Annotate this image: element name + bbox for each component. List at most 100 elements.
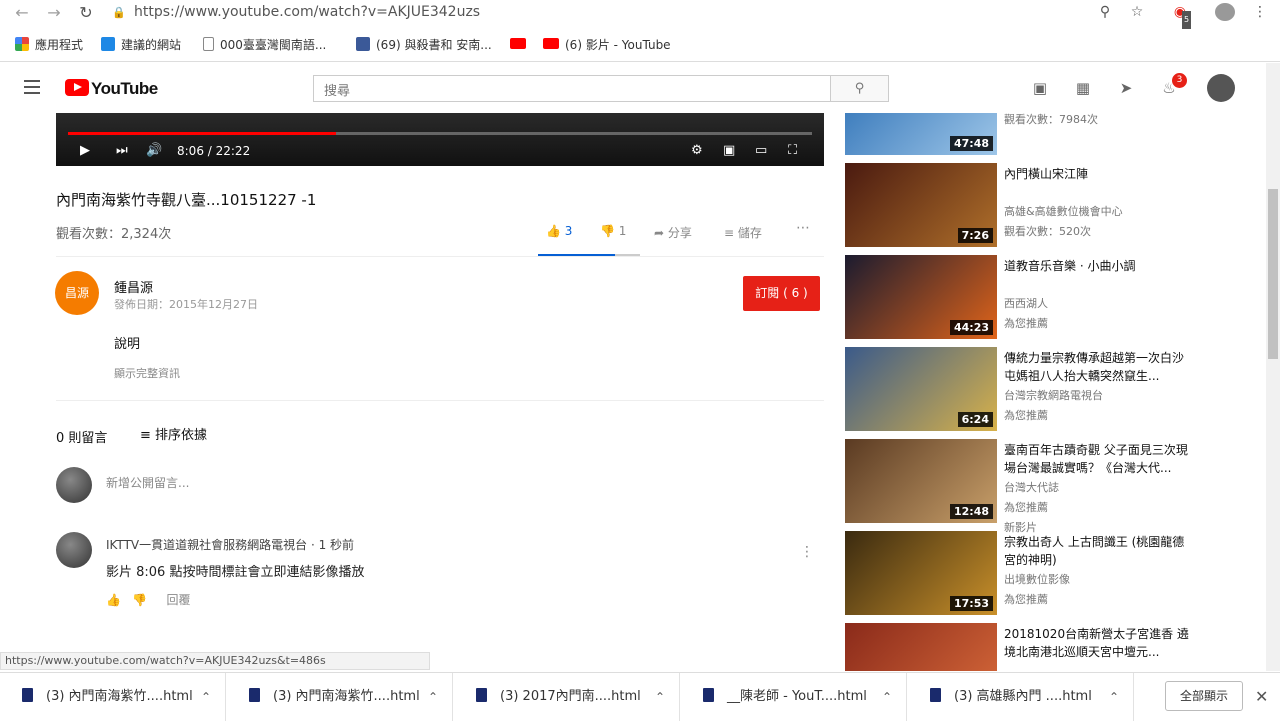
recommended-channel[interactable]: 西西湖人	[1004, 295, 1048, 311]
duration-badge: 47:48	[949, 136, 993, 151]
youtube-logo[interactable]: YouTube	[65, 79, 158, 99]
search-button[interactable]: ⚲	[831, 75, 889, 102]
reply-button[interactable]: 回覆	[166, 593, 190, 607]
recommended-channel[interactable]: 高雄&高雄數位機會中心	[1004, 203, 1123, 219]
scrollbar[interactable]	[1266, 63, 1280, 671]
profile-avatar[interactable]	[1215, 3, 1235, 21]
thumbs-up-icon: 👍	[546, 224, 561, 238]
settings-icon[interactable]: ⚙	[691, 143, 703, 159]
search-input[interactable]: 搜尋	[313, 75, 831, 102]
video-thumbnail[interactable]: 47:48	[845, 113, 997, 155]
download-item[interactable]: (3) 內門南海紫竹....html ⌃	[0, 673, 226, 721]
video-thumbnail[interactable]: 17:53	[845, 531, 997, 615]
search-icon: ⚲	[854, 81, 865, 96]
hamburger-menu-icon[interactable]	[24, 80, 40, 94]
video-thumbnail[interactable]: 12:48	[845, 439, 997, 523]
recommended-title[interactable]: 內門橫山宋江陣	[1004, 165, 1194, 183]
recommendations: 47:48內門南海紫竹寺觀八臺觀看次數：7984次 7:26 內門橫山宋江陣高雄&高…	[845, 113, 1265, 671]
play-icon[interactable]: ▶	[80, 143, 90, 159]
recommended-video[interactable]: 17:53 宗教出奇人 上古問讖王 (桃園龍德宮的神明) 出境數位影像 為您推薦	[845, 531, 1265, 615]
recommended-video[interactable]: 47:48內門南海紫竹寺觀八臺觀看次數：7984次	[845, 113, 1265, 155]
comment-input[interactable]: 新增公開留言...	[106, 474, 189, 491]
recommended-video[interactable]: 44:23 道教音乐音樂 · 小曲小調 西西湖人 為您推薦	[845, 255, 1265, 339]
duration-badge: 6:24	[957, 412, 993, 427]
progress-bar[interactable]	[68, 132, 812, 135]
recommended-title[interactable]: 20181020台南新營太子宮進香 遶境北南港北巡順天宮中壇元...	[1004, 625, 1194, 661]
share-button[interactable]: ➦ 分享	[654, 224, 692, 241]
download-item[interactable]: (3) 內門南海紫竹....html ⌃	[227, 673, 453, 721]
video-title: 內門南海紫竹寺觀八臺...10151227 -1	[56, 191, 317, 209]
subscribe-button[interactable]: 訂閱 ( 6 )	[743, 276, 820, 311]
video-thumbnail[interactable]: 6:24	[845, 347, 997, 431]
recommended-title[interactable]: 道教音乐音樂 · 小曲小調	[1004, 257, 1194, 275]
chevron-up-icon[interactable]: ⌃	[1109, 673, 1119, 721]
theater-icon[interactable]: ▭	[755, 143, 767, 159]
download-item[interactable]: (3) 高雄縣內門 ....html ⌃	[908, 673, 1134, 721]
show-all-downloads-button[interactable]: 全部顯示	[1165, 681, 1243, 711]
recommended-title[interactable]: 傳統力量宗教傳承超越第一次白沙屯媽祖八人抬大轎突然竄生...	[1004, 349, 1194, 385]
volume-icon[interactable]: 🔊	[146, 143, 162, 159]
chevron-up-icon[interactable]: ⌃	[201, 673, 211, 721]
bookmark-page[interactable]: 000臺臺灣閩南語...	[203, 36, 326, 54]
comment-author-avatar[interactable]	[56, 532, 92, 568]
dislike-button[interactable]: 👎 1	[600, 224, 626, 238]
recommended-channel[interactable]: 出境數位影像	[1004, 571, 1070, 587]
star-icon[interactable]: ☆	[1127, 3, 1147, 21]
create-video-icon[interactable]: ▣	[1030, 79, 1050, 97]
video-thumbnail[interactable]	[845, 623, 997, 671]
back-icon[interactable]: ←	[13, 4, 31, 22]
video-thumbnail[interactable]: 7:26	[845, 163, 997, 247]
save-button[interactable]: ≡ 儲存	[724, 224, 762, 241]
recommended-meta: 為您推薦	[1004, 409, 1048, 422]
miniplayer-icon[interactable]: ▣	[723, 143, 735, 159]
next-icon[interactable]: ⏭	[116, 143, 128, 159]
account-avatar[interactable]	[1207, 74, 1235, 102]
bookmark-youtube[interactable]	[510, 36, 532, 54]
download-item[interactable]: __陳老師 - YouT....html ⌃	[681, 673, 907, 721]
recommended-channel[interactable]: 台灣大代誌	[1004, 479, 1059, 495]
recommended-title[interactable]: 臺南百年古蹟奇觀 父子面見三次現場台灣最誠實嗎？《台灣大代...	[1004, 441, 1194, 477]
recommended-video[interactable]: 20181020台南新營太子宮進香 遶境北南港北巡順天宮中壇元...	[845, 623, 1265, 671]
bookmark-facebook[interactable]: (69) 與殺書和 安南...	[356, 36, 492, 54]
thumbs-down-icon[interactable]: 👎	[132, 593, 147, 607]
reload-icon[interactable]: ↻	[77, 4, 95, 22]
address-bar[interactable]: 🔒 https://www.youtube.com/watch?v=AKJUE34…	[112, 2, 1158, 22]
chevron-up-icon[interactable]: ⌃	[655, 673, 665, 721]
video-thumbnail[interactable]: 44:23	[845, 255, 997, 339]
bookmark-youtube-videos[interactable]: (6) 影片 - YouTube	[543, 36, 671, 54]
recommended-channel[interactable]: 台灣宗教網路電視台	[1004, 387, 1103, 403]
fullscreen-icon[interactable]: ⛶	[788, 143, 797, 159]
menu-dots-icon[interactable]: ⋮	[1250, 3, 1270, 21]
like-button[interactable]: 👍 3	[546, 224, 572, 238]
recommended-meta: 為您推薦	[1004, 593, 1048, 606]
comment-author[interactable]: IKTTV一貫道道親社會服務網路電視台 · 1 秒前	[106, 536, 354, 553]
apps-grid-icon[interactable]: ▦	[1073, 79, 1093, 97]
chevron-up-icon[interactable]: ⌃	[428, 673, 438, 721]
channel-avatar[interactable]: 昌源	[55, 271, 99, 315]
recommended-title[interactable]: 宗教出奇人 上古問讖王 (桃園龍德宮的神明)	[1004, 533, 1194, 569]
scrollbar-thumb[interactable]	[1268, 189, 1278, 359]
chevron-up-icon[interactable]: ⌃	[882, 673, 892, 721]
recommended-video[interactable]: 12:48 臺南百年古蹟奇觀 父子面見三次現場台灣最誠實嗎？《台灣大代... 台灣大…	[845, 439, 1265, 534]
zoom-icon[interactable]: ⚲	[1095, 3, 1115, 21]
b-icon	[101, 37, 115, 51]
forward-icon[interactable]: →	[45, 4, 63, 22]
duration-badge: 12:48	[949, 504, 993, 519]
show-more-link[interactable]: 顯示完整資訊	[114, 365, 180, 381]
bookmark-apps[interactable]: 應用程式	[15, 36, 83, 54]
sort-button[interactable]: ≡ 排序依據	[140, 424, 207, 443]
bookmark-suggested[interactable]: 建議的網站	[101, 36, 181, 54]
recommended-video[interactable]: 6:24 傳統力量宗教傳承超越第一次白沙屯媽祖八人抬大轎突然竄生... 台灣宗教網路…	[845, 347, 1265, 431]
file-icon	[22, 688, 33, 702]
divider	[56, 256, 824, 257]
channel-name[interactable]: 鍾昌源	[114, 277, 153, 296]
more-actions-icon[interactable]: ⋯	[796, 220, 810, 236]
thumbs-up-icon[interactable]: 👍	[106, 593, 121, 607]
extension-icon[interactable]: ◉ 5	[1170, 3, 1192, 29]
download-item[interactable]: (3) 2017內門南....html ⌃	[454, 673, 680, 721]
video-player[interactable]: ▶ ⏭ 🔊 8:06 / 22:22 ⚙ ▣ ▭ ⛶	[56, 113, 824, 166]
close-icon[interactable]: ✕	[1255, 687, 1268, 706]
comment-menu-icon[interactable]: ⋮	[800, 544, 814, 560]
messages-icon[interactable]: ➤	[1116, 79, 1136, 97]
recommended-video[interactable]: 7:26 內門橫山宋江陣 高雄&高雄數位機會中心 觀看次數：520次	[845, 163, 1265, 247]
